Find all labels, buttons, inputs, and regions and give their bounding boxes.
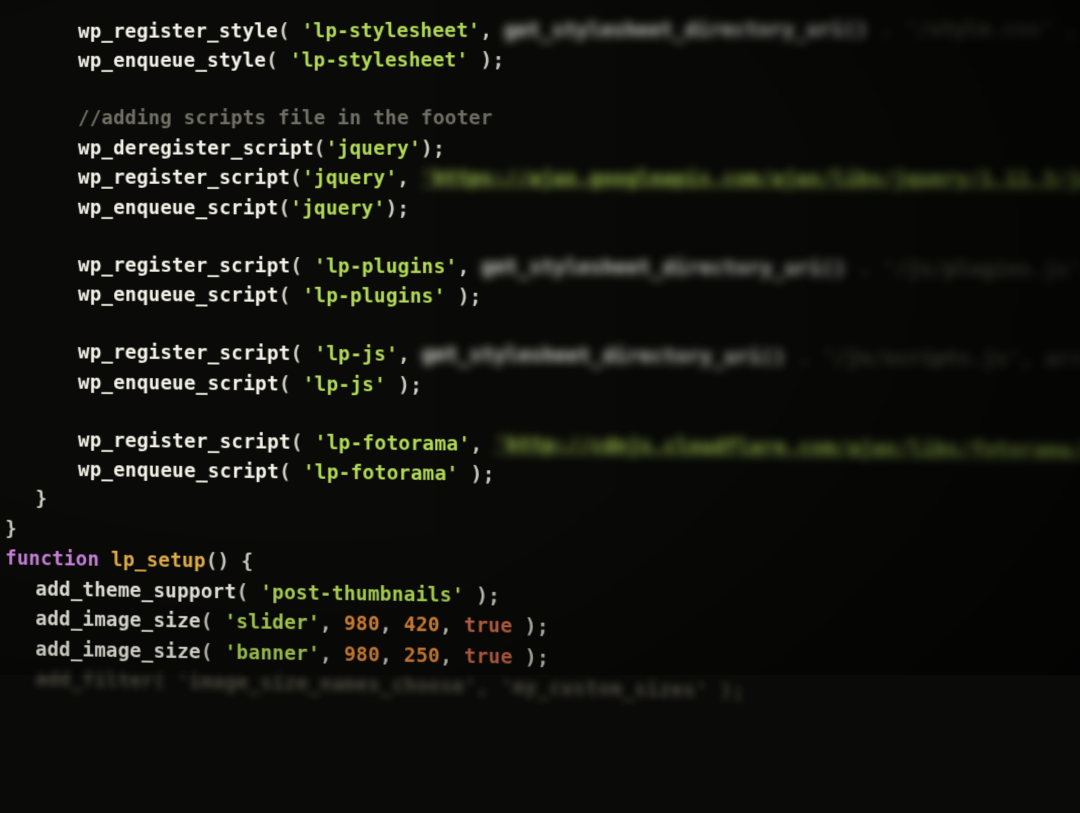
- code-line: [0, 76, 1080, 105]
- code-token: function: [5, 548, 111, 572]
- code-token: get_stylesheet_directory_uri(): [481, 256, 846, 280]
- code-token: 980: [344, 613, 380, 636]
- code-token: 420: [404, 613, 440, 636]
- code-token: . '/style.css' , array(),: [868, 18, 1080, 42]
- code-token: ,: [457, 256, 481, 279]
- code-token: ,: [380, 613, 404, 636]
- code-token: (: [278, 197, 290, 219]
- code-token: (: [291, 431, 315, 454]
- code-token: }: [5, 518, 17, 540]
- code-token: 'lp-plugins': [302, 285, 445, 308]
- code-token: (: [278, 20, 302, 42]
- code-token: 'lp-fotorama': [303, 461, 459, 485]
- code-token: 'jquery': [290, 197, 385, 220]
- code-token: 'https://ajax.googleapis.com/ajax/libs/j…: [421, 167, 1080, 191]
- code-token: 'lp-fotorama': [315, 431, 471, 455]
- code-token: wp_deregister_script: [78, 137, 314, 159]
- code-token: 'banner': [225, 641, 321, 665]
- code-token: (: [279, 461, 303, 484]
- code-token: );: [468, 49, 504, 71]
- code-token: wp_enqueue_style: [78, 50, 266, 72]
- code-token: wp_register_script: [78, 429, 291, 454]
- code-token: ,: [320, 642, 344, 665]
- code-token: ,: [440, 614, 464, 637]
- code-line: wp_deregister_script('jquery');: [0, 134, 1080, 166]
- code-token: get_stylesheet_directory_uri(): [504, 19, 868, 42]
- code-token: 'lp-js': [303, 373, 387, 396]
- code-token: );: [421, 137, 445, 159]
- code-token: 'lp-stylesheet': [290, 50, 469, 73]
- code-token: wp_register_script: [78, 254, 290, 277]
- code-token: wp_enqueue_script: [78, 459, 279, 484]
- code-token: wp_register_script: [78, 341, 291, 365]
- code-token: ,: [320, 612, 344, 635]
- code-token: 'jquery': [326, 137, 421, 159]
- code-token: 'jquery': [302, 167, 397, 190]
- code-token: }: [36, 488, 48, 510]
- code-token: ,: [480, 20, 504, 42]
- code-token: );: [512, 615, 548, 638]
- code-token: (: [266, 50, 290, 72]
- code-token: 'slider': [225, 611, 320, 635]
- code-token: wp_enqueue_script: [78, 371, 279, 395]
- code-token: //adding scripts file in the footer: [78, 107, 493, 129]
- code-token: (: [314, 137, 326, 159]
- code-token: (: [279, 373, 303, 396]
- code-token: ,: [440, 644, 464, 667]
- code-token: lp_setup: [111, 549, 206, 573]
- code-token: 'post-thumbnails': [260, 581, 464, 607]
- code-token: true: [464, 645, 512, 669]
- code-token: ,: [470, 433, 494, 456]
- code-token: );: [446, 286, 482, 309]
- code-token: (: [236, 581, 260, 604]
- code-token: 'lp-js': [314, 343, 398, 366]
- code-token: ,: [398, 344, 422, 367]
- code-token: wp_enqueue_script: [78, 284, 279, 307]
- code-token: () {: [206, 550, 254, 573]
- code-token: wp_register_style: [78, 20, 278, 43]
- code-token: add_image_size: [35, 638, 200, 663]
- code-token: );: [464, 584, 500, 607]
- code-token: 980: [344, 643, 380, 666]
- code-token: add_theme_support: [35, 578, 236, 603]
- code-token: wp_enqueue_script: [78, 196, 278, 219]
- code-token: 250: [404, 644, 440, 667]
- code-token: add_image_size: [35, 608, 200, 633]
- code-token: (: [201, 610, 225, 633]
- code-line: wp_register_script('jquery', 'https://aj…: [0, 164, 1080, 197]
- code-token: ,: [380, 643, 404, 666]
- code-token: (: [279, 285, 303, 308]
- code-token: (: [290, 255, 314, 277]
- code-line: //adding scripts file in the footer: [0, 104, 1080, 135]
- code-token: (: [291, 343, 315, 366]
- code-line: wp_register_style( 'lp-stylesheet', get_…: [0, 14, 1080, 47]
- code-token: (: [290, 167, 302, 189]
- code-token: (: [201, 641, 225, 664]
- code-token: 'lp-plugins': [314, 255, 457, 278]
- code-token: 'http://cdnjs.cloudflare.com/ajax/libs/f…: [495, 433, 1080, 463]
- code-token: );: [459, 463, 495, 486]
- code-token: . '/js/plugins.js', array(: [846, 257, 1080, 282]
- code-token: . '/js/scripts.js', array( 'jquer: [786, 346, 1080, 372]
- code-token: );: [513, 646, 550, 669]
- code-token: 'lp-stylesheet': [302, 20, 481, 43]
- code-token: );: [386, 374, 422, 397]
- code-token: );: [385, 197, 409, 219]
- code-editor-pane[interactable]: wp_register_style( 'lp-stylesheet', get_…: [0, 0, 1080, 813]
- code-token: true: [464, 614, 512, 637]
- code-token: wp_register_script: [78, 167, 290, 190]
- code-line: wp_enqueue_style( 'lp-stylesheet' );: [0, 45, 1080, 77]
- code-token: get_stylesheet_directory_uri(): [422, 344, 786, 369]
- code-line: wp_enqueue_script('jquery');: [0, 193, 1080, 227]
- code-token: ,: [397, 167, 421, 189]
